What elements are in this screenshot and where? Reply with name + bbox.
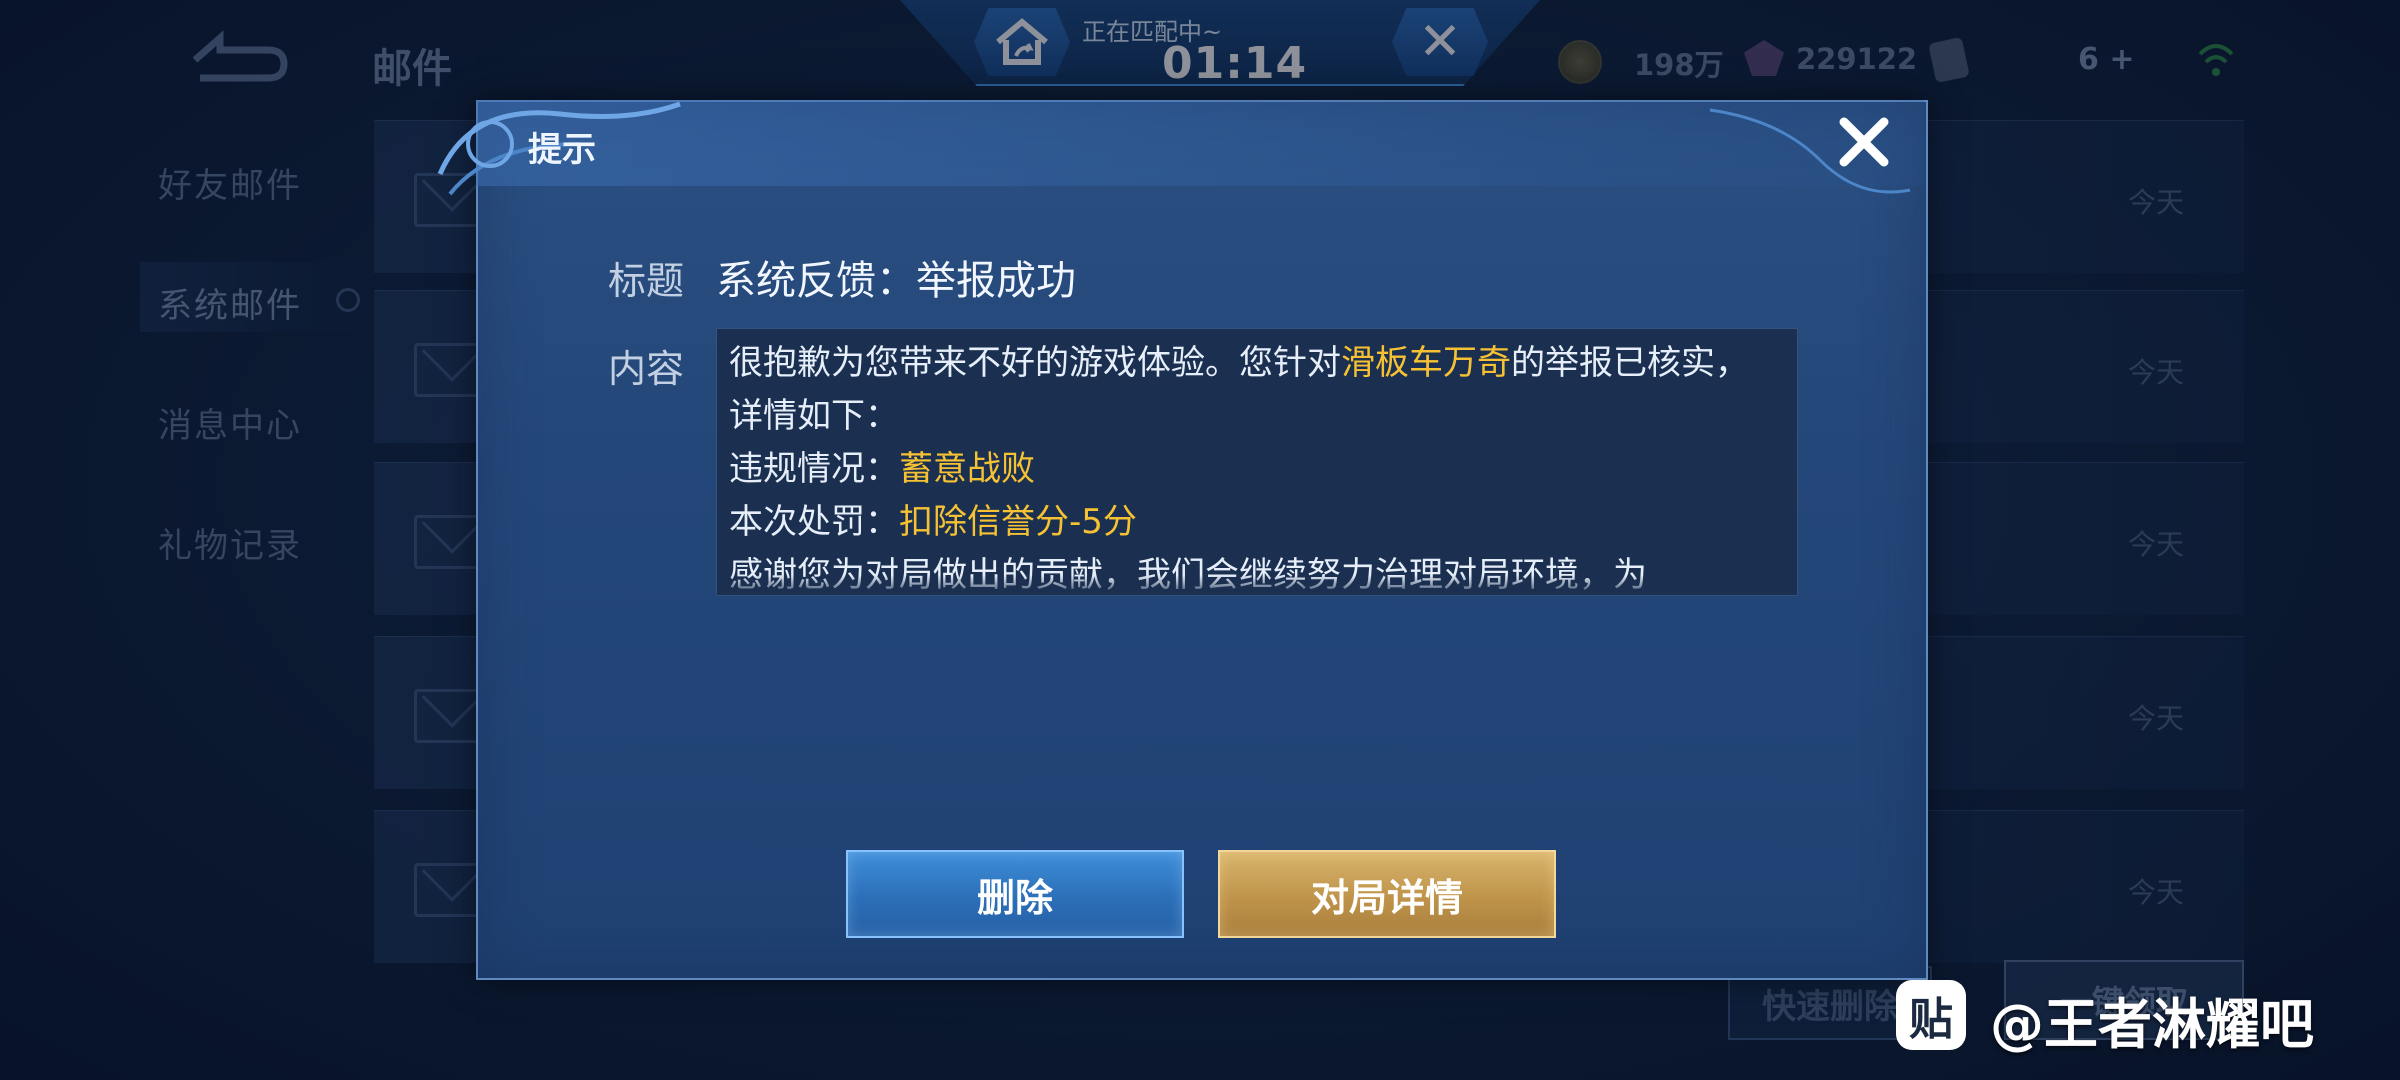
delete-button[interactable]: 删除 (846, 850, 1184, 938)
violation-label: 违规情况： (729, 449, 899, 489)
subject-value: 系统反馈：举报成功 (716, 258, 1076, 304)
penalty-value: 扣除信誉分-5分 (899, 502, 1137, 542)
violation-value: 蓄意战败 (899, 449, 1035, 489)
watermark-text: @王者淋耀吧 (1990, 993, 2314, 1056)
content-fade (717, 575, 1797, 595)
match-details-button[interactable]: 对局详情 (1218, 850, 1556, 938)
tieba-logo-icon: 贴 (1896, 980, 1966, 1050)
content-scroll-area[interactable]: 很抱歉为您带来不好的游戏体验。您针对滑板车万奇的举报已核实，详情如下： 违规情况… (716, 328, 1798, 596)
dialog-close-button[interactable] (1830, 108, 1898, 176)
close-icon (1839, 117, 1889, 167)
content-intro: 很抱歉为您带来不好的游戏体验。您针对 (729, 343, 1341, 383)
penalty-label: 本次处罚： (729, 502, 899, 542)
content-label: 内容 (608, 347, 685, 391)
reported-player-name: 滑板车万奇 (1341, 343, 1511, 383)
subject-label: 标题 (608, 259, 685, 303)
content-text: 很抱歉为您带来不好的游戏体验。您针对滑板车万奇的举报已核实，详情如下： 违规情况… (729, 337, 1779, 595)
dialog-title: 提示 (528, 130, 596, 170)
